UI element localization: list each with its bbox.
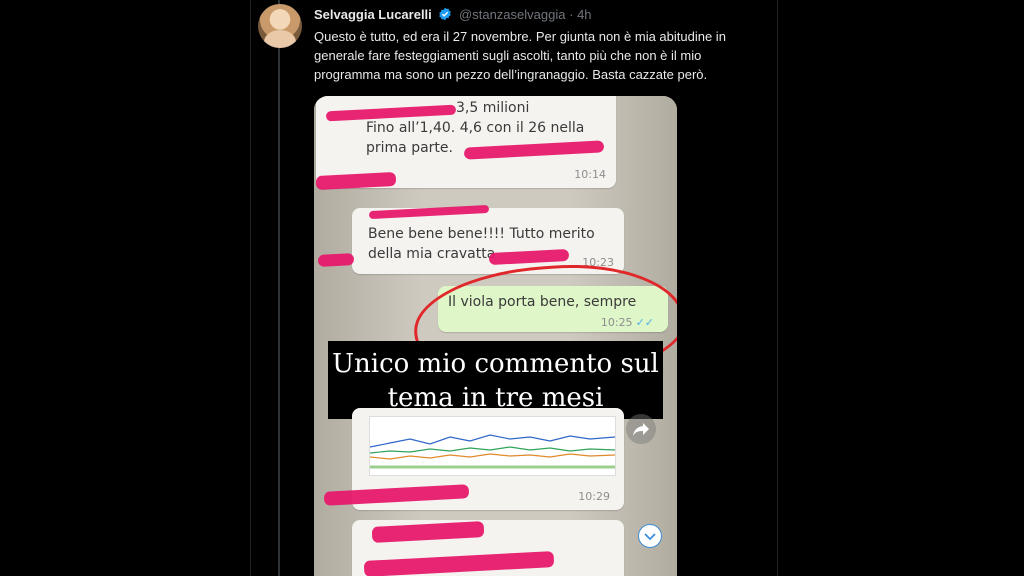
author-name[interactable]: Selvaggia Lucarelli bbox=[314, 7, 432, 22]
thread-line bbox=[278, 0, 280, 576]
message-line: 3,5 milioni bbox=[456, 100, 530, 116]
message-line: prima parte. bbox=[366, 140, 453, 156]
message-line: Fino all’1,40. 4,6 con il 26 nella bbox=[366, 120, 585, 136]
author-handle[interactable]: @stanzaselvaggia bbox=[459, 7, 565, 22]
avatar[interactable] bbox=[258, 4, 302, 48]
message-line: della mia cravatta bbox=[368, 246, 496, 262]
scroll-down-icon[interactable] bbox=[638, 524, 662, 548]
message-time: 10:29 bbox=[578, 490, 610, 503]
message-line: Bene bene bene!!!! Tutto merito bbox=[368, 226, 595, 242]
chart-thumbnail-image bbox=[369, 416, 616, 476]
redaction-scribble bbox=[317, 253, 355, 267]
verified-badge-icon bbox=[438, 7, 452, 24]
separator-dot: · bbox=[569, 7, 574, 22]
tweet-header: Selvaggia Lucarelli @stanzaselvaggia · 4… bbox=[314, 7, 592, 24]
tweet-text: Questo è tutto, ed era il 27 novembre. P… bbox=[314, 29, 726, 82]
tweet-media-image[interactable]: 3,5 milioni Fino all’1,40. 4,6 con il 26… bbox=[314, 96, 677, 576]
tweet-time[interactable]: 4h bbox=[577, 7, 591, 22]
share-icon[interactable] bbox=[626, 414, 656, 444]
caption-line: Unico mio commento sul bbox=[332, 349, 659, 379]
message-time: 10:14 bbox=[574, 168, 606, 181]
